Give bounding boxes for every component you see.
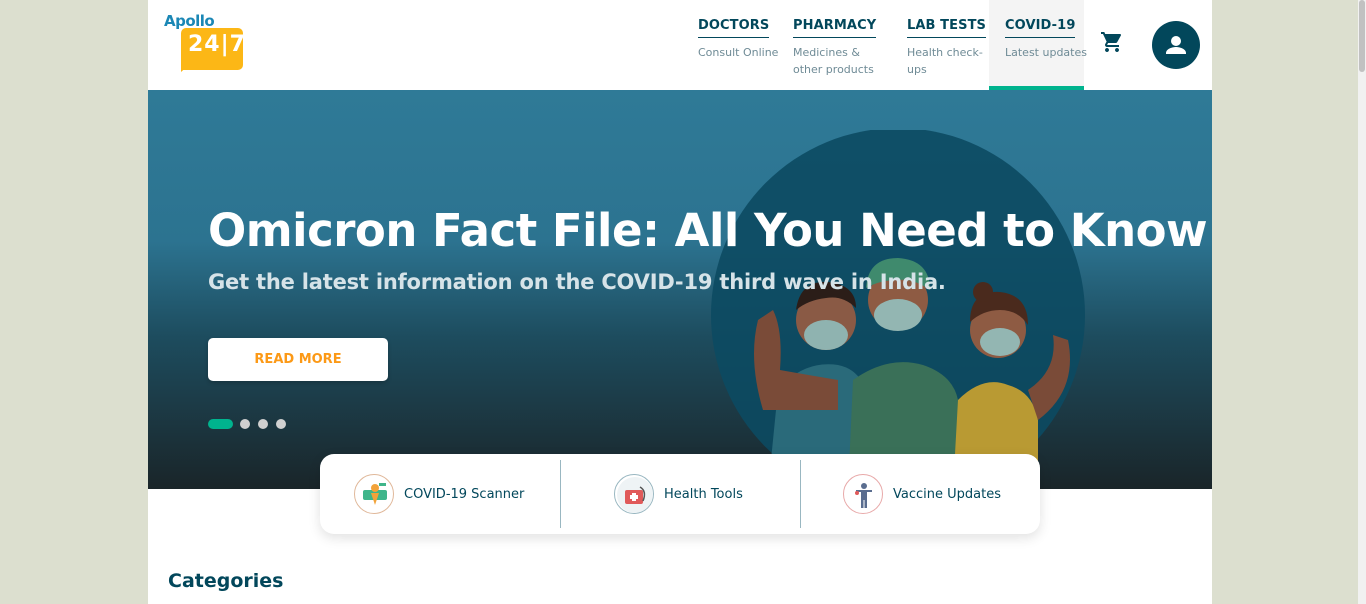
quick-link-label: Vaccine Updates [893,486,1001,502]
quick-link-label: Health Tools [664,486,743,502]
carousel-dot-3[interactable] [258,419,268,429]
nav-doctors-title[interactable]: DOCTORS [698,18,770,38]
scrollbar-thumb[interactable] [1359,0,1365,72]
cart-icon[interactable] [1100,30,1124,54]
hero-subtitle: Get the latest information on the COVID-… [208,270,946,294]
nav-lab-tests[interactable]: LAB TESTS Health check-ups [907,0,997,90]
health-tools-icon [614,474,654,514]
page: Apollo 24|7 DOCTORS Consult Online PHARM… [148,0,1212,604]
scanner-icon [354,474,394,514]
nav-doctors[interactable]: DOCTORS Consult Online [698,0,788,90]
nav-pharmacy[interactable]: PHARMACY Medicines & other products [793,0,888,90]
header: Apollo 24|7 DOCTORS Consult Online PHARM… [148,0,1212,90]
nav-lab-tests-title[interactable]: LAB TESTS [907,18,987,38]
page-scrollbar[interactable] [1358,0,1366,604]
carousel-dot-4[interactable] [276,419,286,429]
logo-badge-tail [181,64,190,72]
read-more-button[interactable]: READ MORE [208,338,388,381]
hero-title: Omicron Fact File: All You Need to Know [208,204,1208,257]
vaccinated-people-illustration [711,130,1085,489]
quick-link-label: COVID-19 Scanner [404,486,525,502]
quick-link-divider [560,460,561,528]
categories-heading: Categories [168,570,284,592]
quick-link-divider [800,460,801,528]
carousel-dot-1[interactable] [208,419,233,429]
nav-doctors-sub: Consult Online [698,46,779,59]
vaccine-icon [843,474,883,514]
carousel-dot-2[interactable] [240,419,250,429]
nav-covid-19[interactable]: COVID-19 Latest updates [989,0,1087,90]
nav-lab-tests-sub: Health check-ups [907,46,983,76]
nav-pharmacy-sub: Medicines & other products [793,46,874,76]
user-icon [1166,36,1186,54]
hero-banner: Omicron Fact File: All You Need to Know … [148,90,1212,489]
logo-badge-text: 24|7 [188,32,246,57]
nav-covid-19-title[interactable]: COVID-19 [1005,18,1076,38]
quick-links-card: COVID-19 Scanner Health Tools Vaccine Up… [320,454,1040,534]
apollo-logo[interactable]: Apollo 24|7 [164,12,246,72]
nav-pharmacy-title[interactable]: PHARMACY [793,18,877,38]
quick-link-health-tools[interactable]: Health Tools [614,454,743,534]
user-profile-button[interactable] [1152,21,1200,69]
quick-link-vaccine-updates[interactable]: Vaccine Updates [843,454,1001,534]
quick-link-covid-scanner[interactable]: COVID-19 Scanner [354,454,524,534]
nav-covid-19-sub: Latest updates [1005,46,1087,59]
